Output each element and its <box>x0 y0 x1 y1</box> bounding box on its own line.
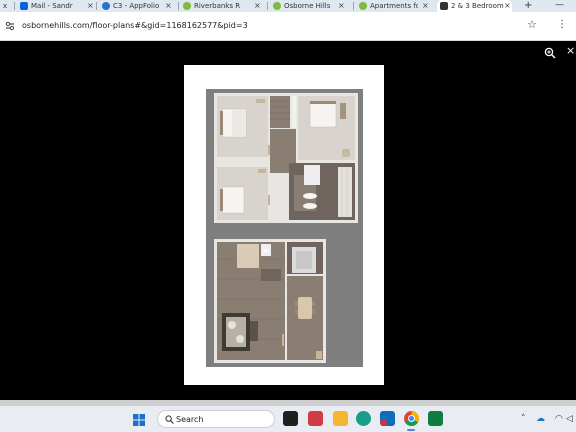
chrome-logo <box>405 411 420 427</box>
tab-label: Apartments fo <box>370 2 418 10</box>
taskbar-search-box[interactable]: Search <box>157 410 275 428</box>
new-tab-button[interactable]: + <box>524 0 532 12</box>
zoom-in-icon[interactable] <box>544 47 556 59</box>
wifi-icon[interactable]: ◠ <box>555 413 563 425</box>
tab-close-icon[interactable]: × <box>338 0 345 12</box>
search-label: Search <box>176 415 204 424</box>
tab-appfolio[interactable]: C3 - AppFolio <box>99 0 159 12</box>
tab-label: Mail - Sandra <box>31 2 73 10</box>
close-lightbox-icon[interactable]: × <box>566 44 575 58</box>
tab-close-icon[interactable]: × <box>87 0 94 12</box>
tab-osborne-hills[interactable]: Osborne Hills <box>270 0 332 12</box>
tab-label: Osborne Hills <box>284 2 331 10</box>
tab-scroll-left[interactable]: x <box>0 0 10 12</box>
speaker-icon[interactable]: ◁ <box>566 413 573 425</box>
tab-close-icon[interactable]: × <box>504 0 511 12</box>
osborne-leaf-icon <box>273 2 281 10</box>
bookmark-star-icon[interactable]: ☆ <box>527 18 537 32</box>
task-view-icon[interactable] <box>283 411 298 426</box>
excel-icon[interactable] <box>428 411 443 426</box>
minimize-icon[interactable]: — <box>555 0 564 10</box>
floorplan-favicon-icon <box>440 2 448 10</box>
taskbar: Search ˄ ☁ ◠ ◁ <box>0 406 576 432</box>
notification-badge <box>380 419 387 426</box>
tab-2-3-bedroom[interactable]: 2 & 3 Bedroom <box>437 0 512 12</box>
floor-plan-drawing <box>206 89 363 367</box>
tab-mail[interactable]: Mail - Sandra <box>17 0 73 12</box>
tab-label: Riverbanks Re <box>194 2 240 10</box>
widgets-icon[interactable] <box>308 411 323 426</box>
windows-start-icon[interactable] <box>133 414 145 426</box>
menu-dots-icon[interactable]: ⋮ <box>557 18 567 32</box>
tab-close-icon[interactable]: × <box>422 0 429 12</box>
tab-label: 2 & 3 Bedroom <box>451 2 504 10</box>
riverbanks-leaf-icon <box>183 2 191 10</box>
site-info-icon[interactable] <box>5 21 15 31</box>
show-hidden-icons-icon[interactable]: ˄ <box>521 413 526 425</box>
chrome-icon[interactable] <box>404 411 420 427</box>
address-bar: osbornehills.com/floor-plans#&gid=116816… <box>0 12 576 41</box>
file-explorer-icon[interactable] <box>333 411 348 426</box>
appfolio-icon <box>102 2 110 10</box>
tab-label: C3 - AppFolio <box>113 2 159 10</box>
floor-plan-illustration <box>214 93 358 363</box>
search-icon <box>165 415 174 424</box>
floor-plan-image <box>184 65 384 385</box>
tab-close-icon[interactable]: × <box>254 0 261 12</box>
onedrive-icon[interactable]: ☁ <box>536 413 545 425</box>
url-field[interactable]: osbornehills.com/floor-plans#&gid=116816… <box>22 20 248 32</box>
tab-close-icon[interactable]: × <box>165 0 172 12</box>
edge-icon[interactable] <box>356 411 371 426</box>
tab-riverbanks[interactable]: Riverbanks Re <box>180 0 240 12</box>
outlook-icon <box>20 2 28 10</box>
tab-strip: x Mail - Sandra × C3 - AppFolio × Riverb… <box>0 0 576 12</box>
active-app-indicator <box>407 429 415 431</box>
image-lightbox: × <box>0 42 576 400</box>
apartments-leaf-icon <box>359 2 367 10</box>
tab-apartments[interactable]: Apartments fo <box>356 0 418 12</box>
